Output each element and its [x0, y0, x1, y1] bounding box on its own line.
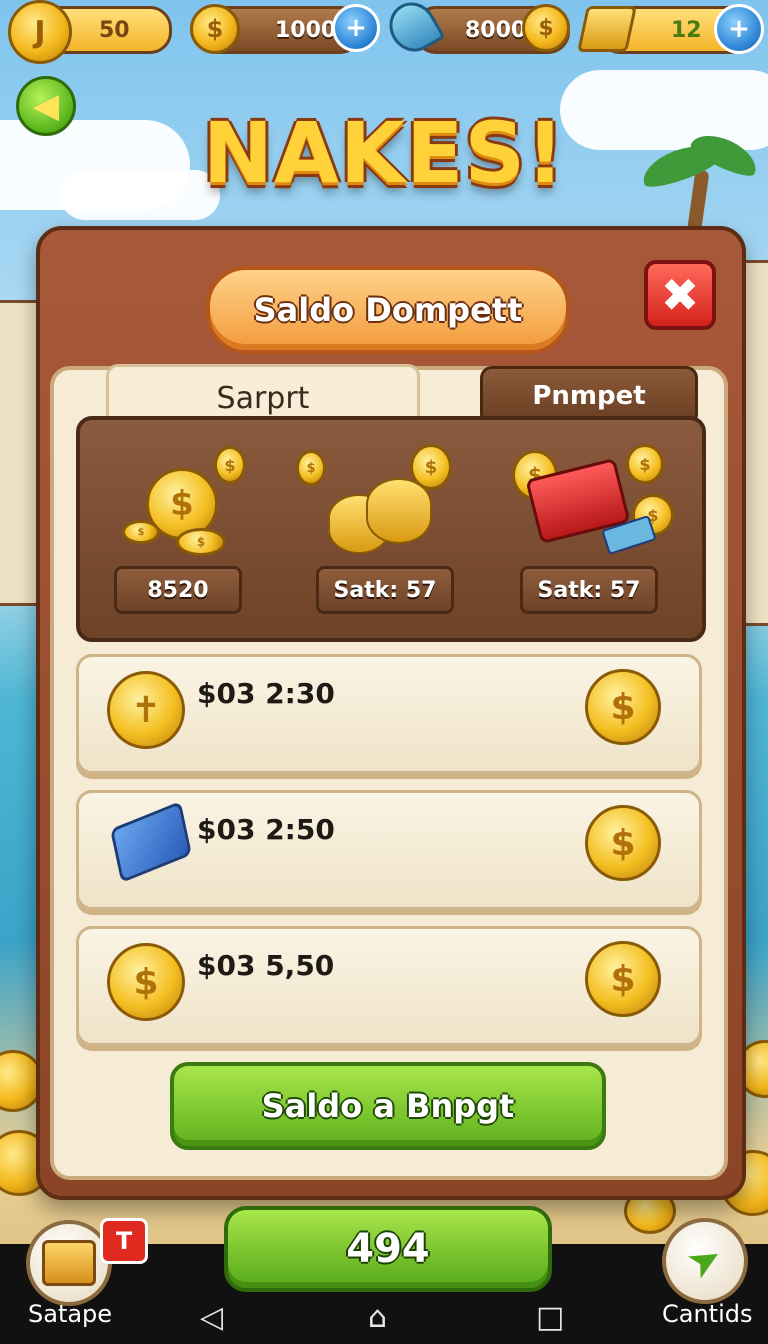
score-button[interactable]: 494 [224, 1206, 552, 1292]
close-button[interactable]: ✖ [644, 260, 716, 330]
dollar-coin-icon: $ [585, 669, 661, 745]
game-logo: NAKES! [202, 104, 566, 202]
add-gold-button[interactable]: + [332, 4, 380, 52]
gold-coin-icon: $ [190, 4, 240, 54]
summary-label-1: 8520 [114, 566, 242, 614]
coin-icon: J [8, 0, 72, 64]
row-amount: $03 2:50 [197, 813, 335, 846]
coin-icon-2: $ [522, 4, 570, 52]
list-item[interactable]: $ $03 5,50 $ [76, 926, 702, 1046]
treasure-box-icon [42, 1240, 96, 1286]
summary-label-3: Satk: 57 [520, 566, 658, 614]
list-item[interactable]: $03 2:50 $ [76, 790, 702, 910]
dollar-coin-icon: $ [585, 941, 661, 1017]
add-bars-button[interactable]: + [714, 4, 764, 54]
notification-badge: T [100, 1218, 148, 1264]
nav-back-icon[interactable]: ◁ [200, 1300, 223, 1335]
shells-value: 8000 [465, 17, 527, 43]
dollar-coin-icon: $ [107, 943, 185, 1021]
nav-home-icon[interactable]: ⌂ [368, 1300, 387, 1335]
row-amount: $03 5,50 [197, 949, 335, 982]
wallet-summary: $ $ $ $ 8520 $ $ Satk: 57 $ $ $ Satk: 57 [76, 416, 706, 642]
dialog-title: Saldo Dompett [206, 266, 570, 354]
send-label: Cantids [662, 1300, 753, 1328]
bars-value: 12 [671, 17, 702, 43]
cross-coin-icon: ✝ [107, 671, 185, 749]
row-amount: $03 2:30 [197, 677, 335, 710]
gold-value: 1000 [275, 17, 337, 43]
list-item[interactable]: ✝ $03 2:30 $ [76, 654, 702, 774]
nav-recents-icon[interactable]: □ [536, 1300, 564, 1335]
blue-wallet-icon [110, 800, 192, 884]
shop-label: Satape [28, 1300, 113, 1328]
gold-bar-icon [577, 6, 637, 52]
action-button[interactable]: Saldo a Bnpgt [170, 1062, 606, 1150]
dollar-coin-icon: $ [585, 805, 661, 881]
send-button[interactable]: ➤ [662, 1218, 748, 1304]
paper-plane-icon: ➤ [678, 1232, 732, 1290]
close-icon: ✖ [660, 268, 700, 322]
coins-value: 50 [99, 17, 130, 43]
summary-label-2: Satk: 57 [316, 566, 454, 614]
